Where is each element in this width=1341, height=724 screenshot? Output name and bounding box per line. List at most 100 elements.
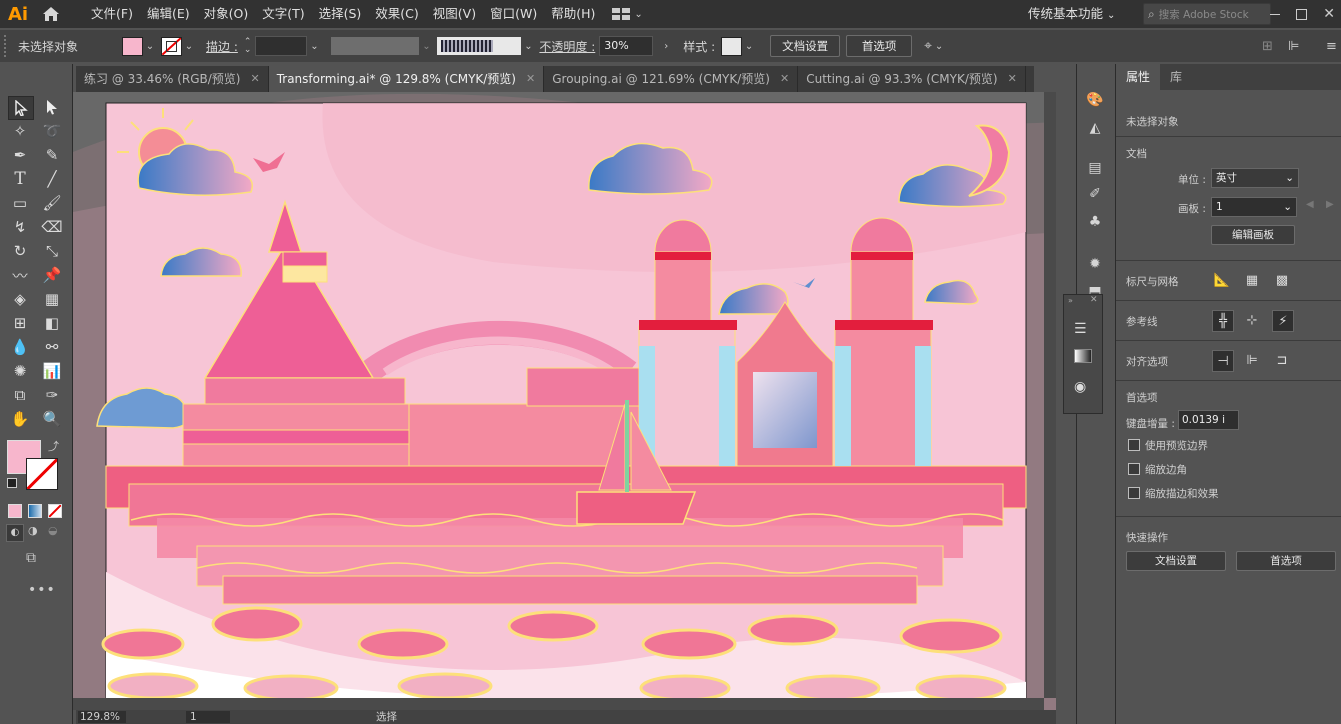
default-colors-icon[interactable]	[7, 478, 17, 488]
gradient-mode-icon[interactable]	[28, 504, 42, 518]
color-guide-icon[interactable]: ◭	[1085, 118, 1105, 138]
menu-effect[interactable]: 效果(C)	[368, 0, 425, 28]
gradient-tool-icon[interactable]: ◧	[40, 312, 64, 334]
chevron-down-icon[interactable]: ⌄	[143, 41, 157, 52]
tab-transforming[interactable]: Transforming.ai* @ 129.8% (CMYK/预览) ✕	[268, 66, 545, 92]
mesh-tool-icon[interactable]: ⊞	[8, 312, 32, 334]
gradient-panel-icon[interactable]	[1074, 349, 1092, 363]
use-preview-bounds-checkbox[interactable]	[1128, 439, 1140, 451]
units-select[interactable]: 英寸 ⌄	[1211, 168, 1299, 188]
brushes-icon[interactable]: ✐	[1085, 184, 1105, 204]
chevron-down-icon[interactable]: ⌄	[419, 41, 433, 52]
puppet-warp-tool-icon[interactable]: 📌	[40, 264, 64, 286]
menu-view[interactable]: 视图(V)	[426, 0, 483, 28]
menu-window[interactable]: 窗口(W)	[483, 0, 544, 28]
opacity-panel-icon[interactable]: ◉	[1074, 379, 1086, 395]
fill-swatch[interactable]	[122, 36, 143, 56]
home-icon[interactable]	[36, 0, 66, 28]
zoom-field[interactable]: 129.8%	[78, 711, 126, 723]
tab-cutting[interactable]: Cutting.ai @ 93.3% (CMYK/预览) ✕	[798, 66, 1026, 92]
align-to-artboard-icon[interactable]: ⊐	[1272, 350, 1292, 370]
stroke-weight-field[interactable]	[255, 36, 308, 56]
menu-help[interactable]: 帮助(H)	[544, 0, 602, 28]
panel-menu-icon[interactable]: ≡	[1326, 39, 1337, 54]
color-panel-icon[interactable]: 🎨	[1085, 90, 1105, 110]
curvature-tool-icon[interactable]: ✎	[40, 144, 64, 166]
transform-icon[interactable]: ⌖	[924, 38, 932, 54]
chevron-down-icon[interactable]: ⌄	[932, 41, 946, 52]
rectangle-tool-icon[interactable]: ▭	[8, 192, 32, 214]
align-icon[interactable]: ⊞	[1262, 39, 1273, 54]
scale-strokes-checkbox[interactable]	[1128, 487, 1140, 499]
artboard-select[interactable]: 1 ⌄	[1211, 197, 1297, 217]
draw-normal-icon[interactable]: ◐	[6, 524, 24, 542]
artboard-nav-field[interactable]: 1	[186, 711, 230, 723]
warp-tool-icon[interactable]: 〰	[8, 264, 32, 286]
menu-type[interactable]: 文字(T)	[255, 0, 311, 28]
chevron-down-icon[interactable]: ⌄	[182, 41, 196, 52]
grid-icon[interactable]: ▦	[1242, 270, 1262, 290]
swap-fill-stroke-icon[interactable]: ⤴	[48, 438, 59, 454]
prev-artboard-icon[interactable]: ◀	[1306, 199, 1314, 210]
next-artboard-icon[interactable]: ▶	[1326, 199, 1334, 210]
none-mode-icon[interactable]	[48, 504, 62, 518]
chevron-down-icon[interactable]: ⌄	[307, 41, 321, 52]
eraser-tool-icon[interactable]: ⌫	[40, 216, 64, 238]
close-icon[interactable]: ✕	[1090, 295, 1098, 305]
lasso-tool-icon[interactable]: ➰	[40, 120, 64, 142]
brush-definition[interactable]	[437, 37, 522, 55]
tab-practice[interactable]: 练习 @ 33.46% (RGB/预览) ✕	[76, 66, 269, 92]
scale-corners-checkbox[interactable]	[1128, 463, 1140, 475]
line-tool-icon[interactable]: ╱	[40, 168, 64, 190]
close-icon[interactable]: ✕	[250, 66, 259, 92]
color-mode-icon[interactable]	[8, 504, 22, 518]
shape-builder-tool-icon[interactable]: ◈	[8, 288, 32, 310]
quick-preferences-button[interactable]: 首选项	[1236, 551, 1336, 571]
minimize-icon[interactable]	[1270, 13, 1281, 15]
keyboard-increment-field[interactable]: 0.0139 i	[1178, 410, 1239, 430]
close-icon[interactable]: ✕	[526, 66, 535, 92]
graphic-style-swatch[interactable]	[721, 36, 743, 56]
shaper-tool-icon[interactable]: ↯	[8, 216, 32, 238]
blend-tool-icon[interactable]: ⚯	[40, 336, 64, 358]
preferences-button[interactable]: 首选项	[846, 35, 913, 57]
pen-tool-icon[interactable]: ✒	[8, 144, 32, 166]
chevron-down-icon[interactable]: ⌄	[521, 41, 535, 52]
maximize-icon[interactable]	[1296, 8, 1308, 20]
close-icon[interactable]: ✕	[1323, 6, 1335, 22]
close-icon[interactable]: ✕	[1008, 66, 1017, 92]
opacity-label[interactable]: 不透明度 :	[539, 38, 595, 55]
artwork-illustration[interactable]	[73, 92, 1056, 710]
stroke-color-box[interactable]	[26, 458, 58, 490]
lock-guides-icon[interactable]: ⊹	[1242, 310, 1262, 330]
chevron-right-icon[interactable]: ›	[659, 41, 673, 52]
menu-file[interactable]: 文件(F)	[84, 0, 140, 28]
artboard-tool-icon[interactable]: ⧉	[8, 384, 32, 406]
menu-edit[interactable]: 编辑(E)	[140, 0, 197, 28]
quick-document-setup-button[interactable]: 文档设置	[1126, 551, 1226, 571]
expand-icon[interactable]: »	[1068, 296, 1073, 305]
direct-selection-tool-icon[interactable]	[40, 96, 64, 118]
stock-search-input[interactable]: ⌕ 搜索 Adobe Stock	[1143, 3, 1271, 25]
screen-mode-icon[interactable]: ⧉	[26, 550, 36, 566]
stroke-weight-stepper[interactable]: ⌃ ⌄	[244, 38, 252, 55]
rulers-icon[interactable]: 📐	[1212, 270, 1232, 290]
variable-width-profile[interactable]	[331, 37, 420, 55]
magic-wand-tool-icon[interactable]: ✧	[8, 120, 32, 142]
column-graph-tool-icon[interactable]: 📊	[40, 360, 64, 382]
align-to-key-object-icon[interactable]: ⊫	[1242, 350, 1262, 370]
edit-toolbar-icon[interactable]: •••	[28, 582, 56, 598]
tab-grouping[interactable]: Grouping.ai @ 121.69% (CMYK/预览) ✕	[544, 66, 799, 92]
align-to-selection-icon[interactable]: ⊣	[1212, 350, 1234, 372]
symbols-icon[interactable]: ♣	[1085, 212, 1105, 232]
canvas-area[interactable]	[73, 92, 1056, 710]
chevron-down-icon[interactable]: ⌄	[742, 41, 756, 52]
draw-inside-icon[interactable]: ◒	[48, 524, 58, 537]
zoom-tool-icon[interactable]: 🔍	[40, 408, 64, 430]
distribute-icon[interactable]: ⊫	[1288, 39, 1299, 54]
transparency-grid-icon[interactable]: ▩	[1272, 270, 1292, 290]
perspective-grid-tool-icon[interactable]: ▦	[40, 288, 64, 310]
eyedropper-tool-icon[interactable]: 💧	[8, 336, 32, 358]
tab-properties[interactable]: 属性	[1116, 64, 1161, 90]
selection-tool-icon[interactable]	[8, 96, 34, 120]
